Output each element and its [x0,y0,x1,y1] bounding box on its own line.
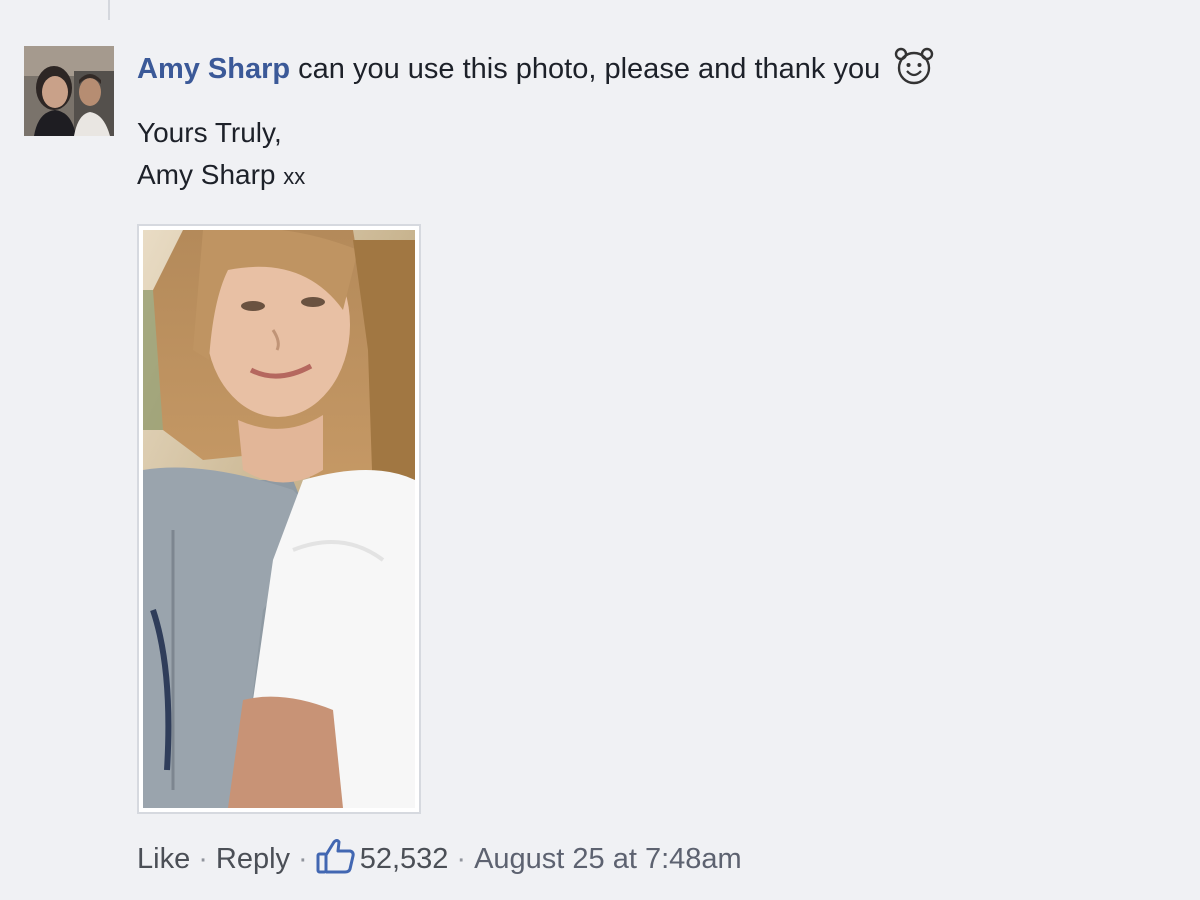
smiling-face-emoji-icon [892,46,936,86]
thread-connector-line [108,0,110,20]
thumbs-up-icon[interactable] [316,838,356,874]
comment-body: Amy Sharp can you use this photo, please… [137,46,1137,198]
signoff-line: Yours Truly, [137,117,282,148]
signoff-name: Amy Sharp [137,159,276,190]
comment-timestamp[interactable]: August 25 at 7:48am [474,843,742,875]
separator: · [298,843,308,875]
separator: · [198,843,208,875]
signoff-name-line: Amy Sharp xx [137,154,1137,198]
like-link[interactable]: Like [137,843,190,875]
comment-text-line: Amy Sharp can you use this photo, please… [137,46,1137,92]
avatar[interactable] [24,46,114,136]
comment-text: can you use this photo, please and thank… [298,53,881,85]
attached-photo[interactable] [137,224,421,814]
separator: · [456,843,467,875]
reply-link[interactable]: Reply [216,843,290,875]
like-count[interactable]: 52,532 [360,843,449,875]
signoff-suffix: xx [283,164,306,189]
author-name-link[interactable]: Amy Sharp [137,53,290,85]
comment-actions: Like · Reply · 52,532 · August 25 at 7:48am [137,838,742,879]
comment-signoff: Yours Truly, Amy Sharp xx [137,112,1137,198]
